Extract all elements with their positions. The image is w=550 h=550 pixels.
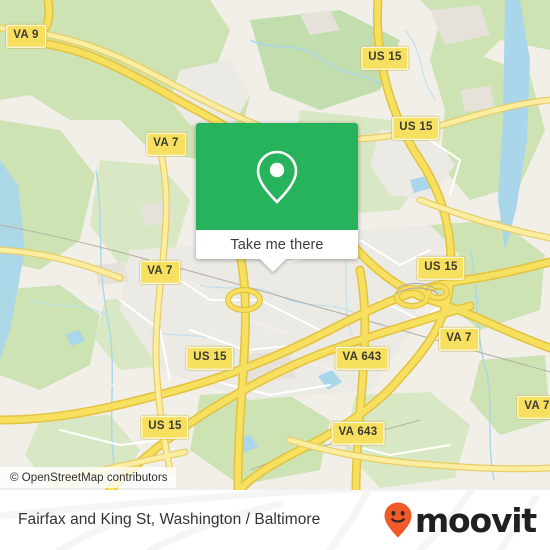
- road-shield: VA 643: [331, 421, 385, 445]
- road-shield: US 15: [186, 346, 234, 370]
- road-shield: VA 7: [146, 132, 186, 156]
- location-pin-icon: [256, 150, 298, 204]
- popup-tail: [259, 258, 287, 272]
- osm-attribution-text: © OpenStreetMap contributors: [10, 471, 168, 484]
- road-shield: VA 9: [6, 24, 46, 48]
- moovit-logo: moovit: [383, 500, 537, 540]
- map-screenshot: .park { fill:#cde3b3; } .park2 { fill:#d…: [0, 0, 550, 550]
- popup-action-bar[interactable]: Take me there: [196, 230, 358, 259]
- road-shield: VA 7: [439, 327, 479, 351]
- location-popup-card[interactable]: Take me there: [196, 123, 358, 272]
- road-shield: US 15: [361, 46, 409, 70]
- road-shield: VA 643: [335, 346, 389, 370]
- road-shield: US 15: [392, 116, 440, 140]
- location-title: Fairfax and King St, Washington / Baltim…: [18, 511, 321, 528]
- road-shield: US 15: [417, 256, 465, 280]
- footer-bar: Fairfax and King St, Washington / Baltim…: [0, 490, 550, 550]
- moovit-wordmark: moovit: [414, 500, 537, 540]
- road-shield: US 15: [141, 415, 189, 439]
- map-canvas[interactable]: .park { fill:#cde3b3; } .park2 { fill:#d…: [0, 0, 550, 490]
- road-shield: VA 7: [517, 395, 550, 419]
- osm-attribution[interactable]: © OpenStreetMap contributors: [0, 467, 176, 488]
- road-shield: VA 7: [140, 260, 180, 284]
- moovit-smiley-pin-icon: [384, 502, 412, 538]
- take-me-there-label: Take me there: [230, 236, 324, 253]
- popup-header: [196, 123, 358, 230]
